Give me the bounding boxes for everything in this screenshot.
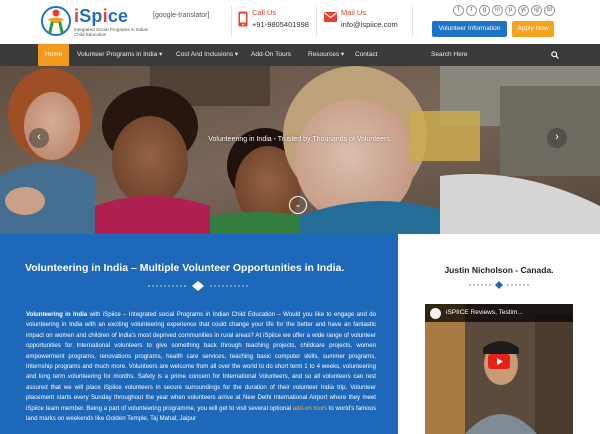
linkedin-icon[interactable]: in: [492, 5, 503, 16]
channel-avatar: [430, 308, 441, 319]
video-header: iSPIICE Reviews, Testim...: [425, 304, 573, 322]
slider-prev-icon[interactable]: ‹: [29, 128, 49, 148]
header-divider: [412, 6, 413, 36]
mail-us-label: Mail Us: [341, 8, 367, 17]
nav-item-resources[interactable]: Resources ▾: [308, 44, 344, 66]
logo-title: iSpice: [74, 6, 129, 26]
search-input[interactable]: Search Here: [426, 48, 562, 62]
slider-next-icon[interactable]: ›: [547, 128, 567, 148]
ispiice-logo[interactable]: iSpice Integrated Social Programs in Ind…: [40, 3, 148, 41]
youtube-icon[interactable]: yt: [518, 5, 529, 16]
chevron-down-icon: ▾: [234, 51, 239, 58]
logo-mark-icon: [41, 6, 71, 36]
mail-us-address[interactable]: info@ispiice.com: [341, 20, 398, 29]
header-divider: [231, 6, 232, 36]
nav-item-contact[interactable]: Contact: [355, 44, 377, 66]
nav-item-add-on-tours[interactable]: Add-On Tours: [251, 44, 291, 66]
hero-caption: Volunteering in India - Trusted by Thous…: [208, 136, 392, 143]
mail-us-block[interactable]: Mail Us info@ispiice.com: [324, 8, 404, 38]
site-header: iSpice Integrated Social Programs in Ind…: [0, 0, 600, 44]
chevron-down-icon: ▾: [159, 51, 163, 58]
apply-now-button[interactable]: Apply Now: [512, 21, 554, 37]
intro-paragraph: Volunteering in India with iSpiice – Int…: [26, 311, 376, 423]
intro-section: Volunteering in India – Multiple Volunte…: [0, 234, 398, 434]
main-navigation: Home Volunteer Programs in India ▾ Cost …: [0, 44, 600, 66]
twitter-icon[interactable]: t: [466, 5, 477, 16]
testimonial-sidebar: Justin Nicholson - Canada. iSPIICE Revie…: [398, 234, 600, 434]
call-us-label: Call Us: [252, 8, 277, 17]
hero-slider[interactable]: Volunteering in India - Trusted by Thous…: [0, 66, 600, 234]
intro-heading: Volunteering in India – Multiple Volunte…: [25, 262, 345, 274]
mail-envelope-icon: [324, 12, 337, 22]
call-us-block[interactable]: Call Us +91-9805401998: [238, 8, 318, 38]
blogger-icon[interactable]: bl: [544, 5, 555, 16]
facebook-icon[interactable]: f: [453, 5, 464, 16]
social-links: f t g in p yt ig bl: [453, 5, 555, 17]
instagram-icon[interactable]: ig: [531, 5, 542, 16]
heading-divider-icon: [469, 281, 529, 289]
play-button[interactable]: [488, 354, 510, 369]
google-plus-icon[interactable]: g: [479, 5, 490, 16]
scroll-down-icon[interactable]: ⌄: [289, 196, 307, 214]
nav-item-home[interactable]: Home: [38, 44, 70, 66]
logo-subtitle: Integrated Social Programs in Indian Chi…: [74, 27, 149, 38]
google-translator-widget[interactable]: [google-translator]: [153, 12, 209, 19]
search-icon[interactable]: [551, 51, 559, 59]
call-us-number[interactable]: +91-9805401998: [252, 20, 309, 29]
mobile-phone-icon: [238, 11, 248, 27]
testimonial-video[interactable]: iSPIICE Reviews, Testim...: [425, 304, 573, 434]
chevron-down-icon: ▾: [340, 51, 345, 58]
add-on-tours-link[interactable]: add-on tours: [293, 405, 327, 412]
volunteer-information-button[interactable]: Volunteer Information: [432, 21, 507, 37]
pinterest-icon[interactable]: p: [505, 5, 516, 16]
video-title[interactable]: iSPIICE Reviews, Testim...: [446, 309, 523, 316]
nav-item-cost-inclusions[interactable]: Cost And Inclusions ▾: [176, 44, 238, 66]
nav-item-volunteer-programs[interactable]: Volunteer Programs in India ▾: [77, 44, 162, 66]
header-divider: [316, 6, 317, 36]
play-icon: [497, 358, 503, 365]
heading-divider-icon: [148, 281, 248, 291]
testimonial-name: Justin Nicholson - Canada.: [444, 265, 554, 275]
